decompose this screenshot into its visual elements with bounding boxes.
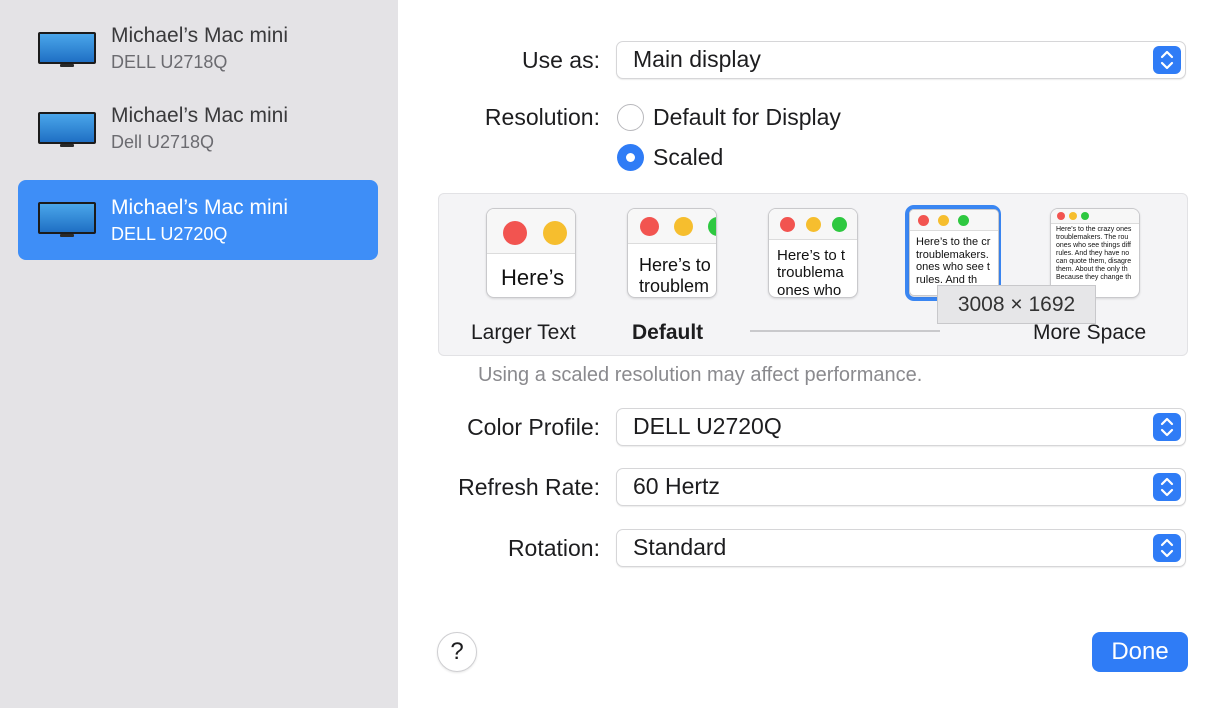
thumbnail-text: Here’s to the cr troublemakers. ones who… <box>916 236 991 286</box>
scale-option-default[interactable]: Here’s to t troublem <box>627 208 717 298</box>
minimize-dot-icon <box>543 221 567 245</box>
close-dot-icon <box>918 215 929 226</box>
display-model: DELL U2718Q <box>111 52 228 72</box>
zoom-dot-icon <box>958 215 969 226</box>
resolution-label: Resolution: <box>484 104 600 130</box>
color-profile-popup[interactable]: DELL U2720Q <box>616 408 1186 446</box>
scaled-radio[interactable] <box>617 144 644 171</box>
rotation-value: Standard <box>633 534 727 560</box>
close-dot-icon <box>780 217 795 232</box>
display-sidebar: Michael’s Mac mini DELL U2718Q Michael’s… <box>0 0 398 708</box>
default-for-display-label[interactable]: Default for Display <box>653 104 841 131</box>
display-item-1[interactable]: Michael’s Mac mini DELL U2718Q <box>18 10 378 90</box>
up-down-chevron-icon <box>1153 413 1181 441</box>
close-dot-icon <box>640 217 659 236</box>
help-button[interactable]: ? <box>437 632 477 672</box>
use-as-value: Main display <box>633 46 761 72</box>
thumbnail-text: Here’s to the crazy ones troublemakers. … <box>1056 226 1132 282</box>
scaled-label[interactable]: Scaled <box>653 144 723 171</box>
scale-option-3[interactable]: Here’s to t troublema ones who <box>768 208 858 298</box>
zoom-dot-icon <box>1081 212 1089 220</box>
performance-note: Using a scaled resolution may affect per… <box>478 364 923 386</box>
close-dot-icon <box>1057 212 1065 220</box>
rotation-label: Rotation: <box>507 535 600 561</box>
scale-option-4[interactable]: Here’s to the cr troublemakers. ones who… <box>909 209 999 296</box>
scale-option-larger-text[interactable]: Here’s <box>486 208 576 298</box>
monitor-icon <box>38 202 96 237</box>
thumbnail-text: Here’s to t troublem <box>639 255 716 296</box>
rotation-popup[interactable]: Standard <box>616 529 1186 567</box>
minimize-dot-icon <box>938 215 949 226</box>
scale-divider-line <box>750 330 940 332</box>
minimize-dot-icon <box>674 217 693 236</box>
up-down-chevron-icon <box>1153 473 1181 501</box>
default-scale-label: Default <box>632 321 704 344</box>
done-button[interactable]: Done <box>1092 632 1188 672</box>
color-profile-label: Color Profile: <box>467 414 600 440</box>
display-model: DELL U2720Q <box>111 224 228 244</box>
more-space-label: More Space <box>1033 321 1147 344</box>
default-for-display-radio[interactable] <box>617 104 644 131</box>
close-dot-icon <box>503 221 527 245</box>
display-name: Michael’s Mac mini <box>111 104 288 127</box>
use-as-popup[interactable]: Main display <box>616 41 1186 79</box>
monitor-icon <box>38 32 96 67</box>
minimize-dot-icon <box>806 217 821 232</box>
thumbnail-text: Here’s <box>501 265 565 290</box>
up-down-chevron-icon <box>1153 46 1181 74</box>
use-as-label: Use as: <box>522 47 600 73</box>
display-name: Michael’s Mac mini <box>111 24 288 47</box>
display-model: Dell U2718Q <box>111 132 215 152</box>
display-item-3[interactable]: Michael’s Mac mini DELL U2720Q <box>18 180 378 260</box>
refresh-rate-label: Refresh Rate: <box>458 474 600 500</box>
up-down-chevron-icon <box>1153 534 1181 562</box>
larger-text-label: Larger Text <box>471 321 576 344</box>
zoom-dot-icon <box>832 217 847 232</box>
display-item-2[interactable]: Michael’s Mac mini Dell U2718Q <box>18 90 378 170</box>
display-name: Michael’s Mac mini <box>111 196 288 219</box>
minimize-dot-icon <box>1069 212 1077 220</box>
color-profile-value: DELL U2720Q <box>633 413 782 439</box>
monitor-icon <box>38 112 96 147</box>
refresh-rate-popup[interactable]: 60 Hertz <box>616 468 1186 506</box>
resolution-tooltip: 3008 × 1692 <box>937 285 1096 324</box>
refresh-rate-value: 60 Hertz <box>633 473 720 499</box>
thumbnail-text: Here’s to t troublema ones who <box>777 247 846 298</box>
